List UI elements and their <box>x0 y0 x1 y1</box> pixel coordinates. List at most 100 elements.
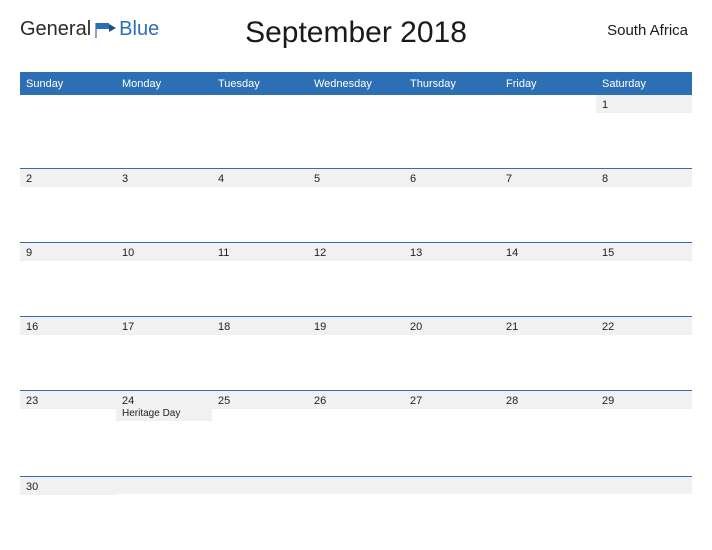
day-number: 26 <box>314 394 398 408</box>
day-numstrip <box>404 95 500 112</box>
calendar-grid: Sunday Monday Tuesday Wednesday Thursday… <box>20 72 692 550</box>
day-body <box>308 335 404 390</box>
day-numstrip <box>212 95 308 112</box>
day-number: 5 <box>314 172 398 186</box>
day-cell <box>404 95 500 168</box>
day-number: 8 <box>602 172 686 186</box>
day-cell: 6 <box>404 168 500 242</box>
day-numstrip: 5 <box>308 169 404 187</box>
week-row: 9101112131415 <box>20 242 692 316</box>
day-numstrip: 13 <box>404 243 500 261</box>
day-numstrip: 12 <box>308 243 404 261</box>
day-cell <box>212 476 308 550</box>
day-number: 19 <box>314 320 398 334</box>
dayname-sun: Sunday <box>20 74 116 95</box>
day-cell: 9 <box>20 242 116 316</box>
day-cell: 7 <box>500 168 596 242</box>
day-number: 13 <box>410 246 494 260</box>
day-cell: 5 <box>308 168 404 242</box>
dayname-fri: Friday <box>500 74 596 95</box>
day-numstrip: 26 <box>308 391 404 409</box>
day-cell: 22 <box>596 316 692 390</box>
day-numstrip: 20 <box>404 317 500 335</box>
day-body <box>596 335 692 390</box>
day-number: 30 <box>26 480 110 494</box>
day-body <box>212 112 308 167</box>
day-numstrip <box>308 95 404 112</box>
day-numstrip: 27 <box>404 391 500 409</box>
day-number: 22 <box>602 320 686 334</box>
day-numstrip: 15 <box>596 243 692 261</box>
day-numstrip: 1 <box>596 95 692 113</box>
calendar-header: General Blue September 2018 South Africa <box>20 12 692 62</box>
day-cell <box>20 95 116 168</box>
dayname-tue: Tuesday <box>212 74 308 95</box>
day-numstrip <box>116 95 212 112</box>
day-body <box>404 409 500 464</box>
day-cell: 28 <box>500 390 596 476</box>
day-number: 21 <box>506 320 590 334</box>
day-numstrip: 29 <box>596 391 692 409</box>
day-body <box>500 494 596 549</box>
day-cell <box>500 476 596 550</box>
day-body <box>212 494 308 549</box>
day-numstrip: 6 <box>404 169 500 187</box>
day-body <box>404 112 500 167</box>
day-number: 25 <box>218 394 302 408</box>
weeks-container: 123456789101112131415161718192021222324H… <box>20 95 692 550</box>
week-row: 23 24Heritage Day 25 26 27 28 29 <box>20 390 692 476</box>
day-body <box>404 261 500 316</box>
day-body <box>20 187 116 242</box>
day-numstrip: 23 <box>20 391 116 409</box>
day-cell <box>116 476 212 550</box>
day-body <box>116 421 212 476</box>
day-number: 16 <box>26 320 110 334</box>
day-number: 28 <box>506 394 590 408</box>
day-number: 6 <box>410 172 494 186</box>
day-body <box>404 187 500 242</box>
logo-flag-icon <box>95 21 117 39</box>
day-number: 11 <box>218 246 302 260</box>
day-numstrip: 2 <box>20 169 116 187</box>
day-number: 3 <box>122 172 206 186</box>
day-cell: 3 <box>116 168 212 242</box>
day-numstrip <box>500 95 596 112</box>
dayname-sat: Saturday <box>596 74 692 95</box>
logo-text: General <box>20 18 91 41</box>
day-number: 12 <box>314 246 398 260</box>
day-body <box>596 113 692 168</box>
day-cell: 12 <box>308 242 404 316</box>
day-number: 27 <box>410 394 494 408</box>
day-cell: 20 <box>404 316 500 390</box>
day-body <box>308 494 404 549</box>
day-body <box>20 409 116 464</box>
dayname-row: Sunday Monday Tuesday Wednesday Thursday… <box>20 72 692 95</box>
logo-text-blue: Blue <box>119 18 159 41</box>
day-numstrip <box>20 95 116 112</box>
day-cell: 1 <box>596 95 692 168</box>
day-body <box>308 409 404 464</box>
day-numstrip: 24Heritage Day <box>116 391 212 421</box>
day-cell: 24Heritage Day <box>116 390 212 476</box>
day-body <box>212 261 308 316</box>
region-label: South Africa <box>607 22 688 39</box>
day-number: 24 <box>122 394 206 408</box>
day-numstrip: 4 <box>212 169 308 187</box>
day-number: 23 <box>26 394 110 408</box>
week-row: 2345678 <box>20 168 692 242</box>
day-numstrip: 17 <box>116 317 212 335</box>
day-body <box>500 335 596 390</box>
day-cell <box>500 95 596 168</box>
day-cell: 18 <box>212 316 308 390</box>
day-body <box>212 335 308 390</box>
day-cell <box>596 476 692 550</box>
day-number: 29 <box>602 394 686 408</box>
day-cell: 25 <box>212 390 308 476</box>
day-numstrip: 3 <box>116 169 212 187</box>
day-cell: 14 <box>500 242 596 316</box>
day-number: 15 <box>602 246 686 260</box>
day-body <box>116 335 212 390</box>
day-cell: 23 <box>20 390 116 476</box>
day-cell: 15 <box>596 242 692 316</box>
day-cell <box>404 476 500 550</box>
